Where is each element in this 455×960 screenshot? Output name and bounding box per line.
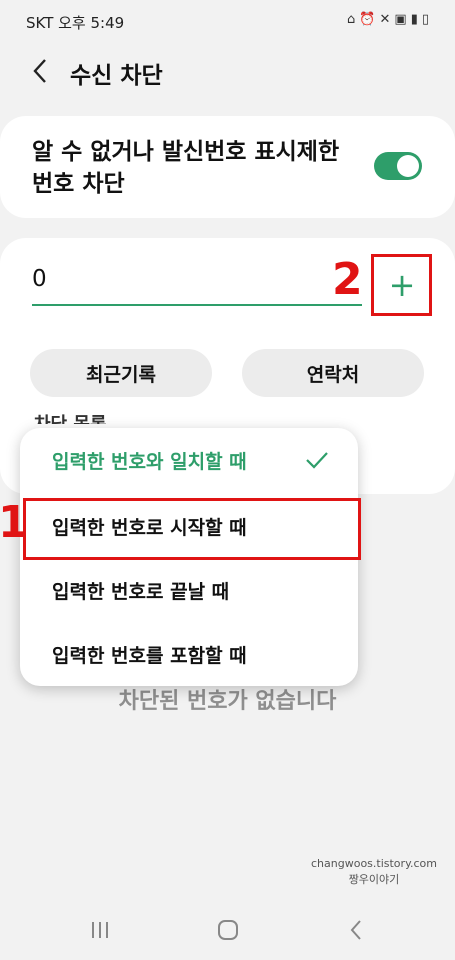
menu-option-ends-with[interactable]: 입력한 번호로 끝날 때 — [52, 558, 229, 622]
recent-apps-icon — [92, 922, 108, 938]
home-button[interactable] — [208, 914, 248, 946]
mute-icon: ✕ — [379, 12, 395, 27]
annotation-number-1: 1 — [0, 497, 29, 548]
carrier-time: SKT 오후 5:49 — [26, 14, 125, 32]
menu-option-exact-match[interactable]: 입력한 번호와 일치할 때 — [52, 428, 247, 492]
toggle-knob — [397, 155, 419, 177]
watermark: changwoos.tistory.com 짱우이야기 — [311, 856, 437, 888]
nav-back-button[interactable] — [336, 914, 376, 946]
unknown-block-label: 알 수 없거나 발신번호 표시제한 번호 차단 — [32, 139, 340, 197]
5g-icon: ▣ — [394, 12, 411, 27]
home-alert-icon: ⌂ — [347, 12, 360, 27]
phone-number-input[interactable]: 0 — [32, 266, 362, 300]
watermark-name: 짱우이야기 — [348, 873, 400, 886]
input-underline — [32, 304, 362, 306]
back-button[interactable] — [26, 56, 54, 86]
status-bar: SKT 오후 5:49 ⌂⏰✕▣▮▯ — [0, 0, 455, 40]
recent-log-button[interactable]: 최근기록 — [30, 349, 212, 397]
back-arrow-icon — [33, 59, 46, 83]
check-icon — [306, 452, 328, 469]
annotation-box-1 — [23, 498, 361, 560]
contacts-button[interactable]: 연락처 — [242, 349, 424, 397]
battery-icon: ▯ — [421, 12, 433, 27]
unknown-block-toggle[interactable] — [374, 152, 422, 180]
alarm-icon: ⏰ — [359, 12, 380, 27]
annotation-box-2 — [371, 254, 432, 316]
recent-apps-button[interactable] — [80, 914, 120, 946]
status-icons: ⌂⏰✕▣▮▯ — [347, 12, 433, 27]
navigation-bar — [0, 900, 455, 960]
watermark-url: changwoos.tistory.com — [311, 857, 437, 870]
annotation-number-2: 2 — [332, 254, 363, 305]
app-bar: 수신 차단 — [0, 46, 455, 100]
home-icon — [218, 920, 238, 940]
signal-icon: ▮ — [410, 12, 422, 27]
page-title: 수신 차단 — [70, 63, 163, 89]
blocked-list-label: 차단 목록 — [34, 410, 154, 424]
nav-back-icon — [350, 920, 361, 940]
menu-option-contains[interactable]: 입력한 번호를 포함할 때 — [52, 622, 247, 686]
empty-message: 차단된 번호가 없습니다 — [118, 689, 337, 714]
